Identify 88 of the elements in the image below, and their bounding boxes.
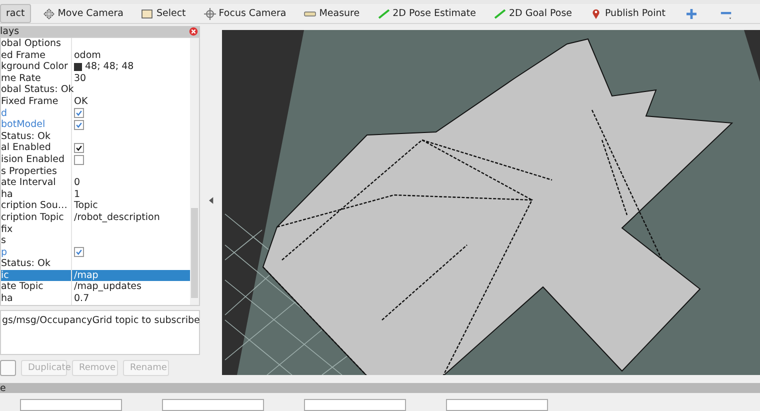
property-row[interactable]: fix: [1, 224, 190, 236]
property-value: 48; 48; 48: [85, 61, 134, 73]
tool-button[interactable]: ract: [0, 4, 31, 23]
property-label: d: [1, 108, 8, 119]
close-icon[interactable]: [189, 27, 198, 36]
property-label: botModel: [1, 119, 46, 130]
property-label: cription Sou…: [1, 200, 68, 212]
input-field[interactable]: [20, 399, 122, 411]
property-value: 0.7: [74, 293, 90, 305]
property-row[interactable]: me Rate 30: [1, 72, 190, 84]
pin-icon: [590, 8, 602, 20]
panel-button[interactable]: [0, 360, 16, 376]
property-value: 30: [74, 72, 86, 84]
property-row[interactable]: d: [1, 108, 190, 120]
property-label: s: [1, 235, 6, 246]
property-label: kground Color: [1, 61, 68, 72]
panel-title: e: [0, 383, 6, 394]
checkbox[interactable]: [74, 108, 84, 118]
property-row[interactable]: ision Enabled: [1, 154, 190, 166]
property-label: cription Topic: [1, 212, 64, 223]
property-label: me Rate: [1, 72, 41, 84]
tool-button[interactable]: Select: [135, 4, 192, 23]
property-row[interactable]: cription Sou… Topic: [1, 200, 190, 212]
property-row[interactable]: ha 1: [1, 188, 190, 200]
property-label: s Properties: [1, 166, 57, 177]
property-row[interactable]: ate Topic /map_updates: [1, 281, 190, 294]
tool-button[interactable]: 2D Goal Pose: [488, 4, 578, 23]
panel-title: lays: [0, 26, 20, 37]
property-row[interactable]: botModel: [1, 119, 190, 131]
tool-button[interactable]: Measure: [298, 4, 366, 23]
color-swatch[interactable]: [74, 62, 82, 71]
crosshair-icon: [204, 8, 216, 20]
property-label: ha: [1, 293, 13, 304]
property-label: Status: Ok: [1, 130, 50, 142]
property-label: obal Status: Ok: [1, 84, 74, 96]
property-row[interactable]: Status: Ok: [1, 130, 190, 142]
move-icon: [42, 8, 55, 20]
property-row[interactable]: al Enabled: [1, 142, 190, 154]
input-field[interactable]: [446, 399, 548, 411]
property-value: odom: [74, 50, 101, 62]
property-label: Fixed Frame: [1, 96, 58, 107]
tool-button[interactable]: Focus Camera: [198, 4, 292, 23]
property-row[interactable]: p: [1, 246, 190, 258]
property-value: 0: [74, 177, 80, 189]
property-label: ic: [1, 270, 9, 281]
property-row[interactable]: ic /map: [1, 270, 190, 282]
property-label: ate Topic: [1, 281, 44, 292]
property-label: ha: [1, 188, 13, 200]
property-label: obal Options: [1, 38, 61, 49]
property-row[interactable]: ed Frame odom: [1, 50, 190, 62]
property-row[interactable]: s: [1, 235, 190, 247]
input-field[interactable]: [162, 399, 264, 411]
property-label: p: [1, 246, 8, 258]
tool-button[interactable]: Publish Point: [584, 4, 672, 23]
input-field[interactable]: [304, 399, 406, 411]
property-row[interactable]: s Properties: [1, 166, 190, 178]
checkbox[interactable]: [74, 143, 84, 154]
property-label: ed Frame: [1, 50, 46, 61]
property-label: al Enabled: [1, 142, 51, 154]
checkbox[interactable]: [74, 120, 84, 130]
property-row[interactable]: obal Status: Ok: [1, 84, 190, 96]
property-value: /robot_description: [74, 212, 160, 224]
description-text: gs/msg/OccupancyGrid topic to subscribe: [2, 314, 200, 326]
tool-button[interactable]: Move Camera: [36, 4, 130, 23]
property-label: Status: Ok: [1, 258, 50, 270]
property-value: /map_updates: [74, 281, 142, 294]
plus-icon[interactable]: [685, 8, 698, 20]
property-row[interactable]: Fixed Frame OK: [1, 96, 190, 108]
property-value: 1: [74, 188, 80, 200]
tool-button[interactable]: 2D Pose Estimate: [372, 4, 482, 23]
property-label: ision Enabled: [1, 154, 64, 165]
checkbox[interactable]: [74, 154, 84, 165]
property-label: fix: [1, 224, 13, 234]
scrollbar[interactable]: [190, 38, 199, 305]
property-row[interactable]: cription Topic /robot_description: [1, 212, 190, 224]
property-row[interactable]: obal Options: [1, 38, 190, 50]
property-row[interactable]: kground Color 48; 48; 48: [1, 61, 190, 73]
property-row[interactable]: ha 0.7: [1, 293, 190, 305]
property-value: Topic: [74, 200, 98, 212]
property-label: ate Interval: [1, 177, 56, 188]
property-value: OK: [74, 96, 88, 108]
collapse-arrow-icon[interactable]: [208, 196, 214, 204]
checkbox[interactable]: [74, 247, 84, 258]
dark-corner: [744, 30, 760, 82]
property-row[interactable]: ate Interval 0: [1, 177, 190, 189]
select-icon: [141, 8, 154, 20]
property-value: /map: [74, 270, 98, 282]
3d-view[interactable]: [222, 30, 760, 375]
